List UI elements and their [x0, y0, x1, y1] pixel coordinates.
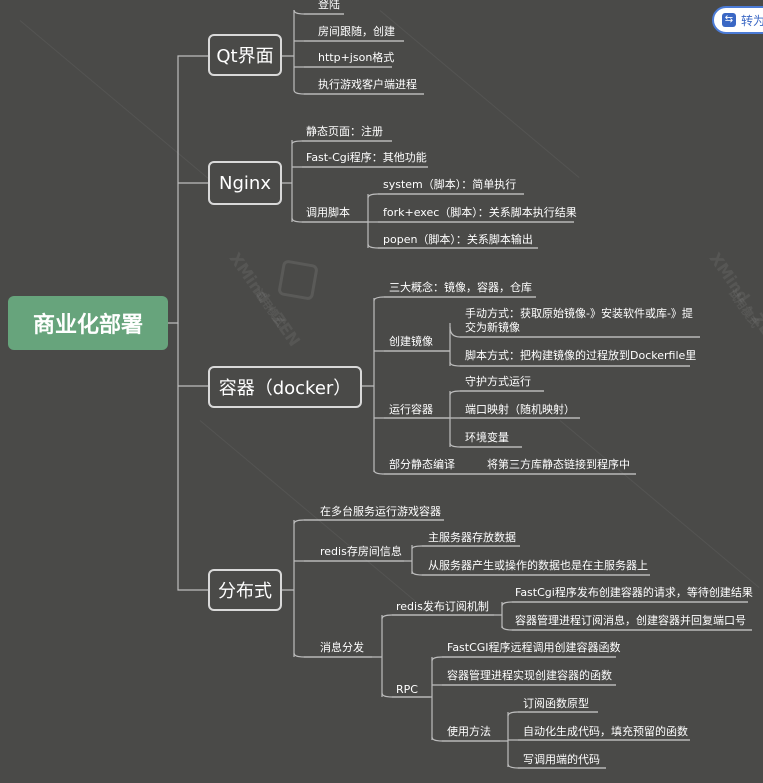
topic-distributed[interactable]: 分布式 [208, 569, 282, 611]
subtopic-script-way[interactable]: 脚本方式：把构建镜像的过程放到Dockerfile里 [465, 349, 696, 363]
subtopic-msg-dispatch[interactable]: 消息分发 [320, 641, 364, 655]
subtopic-multi-server[interactable]: 在多台服务运行游戏容器 [320, 505, 441, 519]
subtopic-exec-client[interactable]: 执行游戏客户端进程 [318, 78, 417, 92]
convert-label: 转为 [741, 13, 763, 28]
subtopic-login[interactable]: 登陆 [318, 0, 340, 12]
subtopic-fastcgi[interactable]: Fast-Cgi程序：其他功能 [306, 151, 427, 165]
root-topic[interactable]: 商业化部署 [8, 296, 168, 350]
subtopic-slave-data[interactable]: 从服务器产生或操作的数据也是在主服务器上 [428, 559, 648, 573]
subtopic-rpc[interactable]: RPC [396, 683, 418, 697]
topic-docker[interactable]: 容器（docker） [208, 366, 362, 408]
subtopic-impl-func[interactable]: 容器管理进程实现创建容器的函数 [447, 669, 612, 683]
watermark-line [19, 20, 220, 189]
topic-qt[interactable]: Qt界面 [208, 34, 282, 76]
subtopic-subscribe-msg[interactable]: 容器管理进程订阅消息，创建容器并回复端口号 [515, 614, 746, 628]
subtopic-static-compile[interactable]: 部分静态编译 [389, 458, 455, 472]
subtopic-call-script[interactable]: 调用脚本 [306, 206, 350, 220]
subtopic-manual-way[interactable]: 手动方式：获取原始镜像-》安装软件或库-》提交为新镜像 [465, 307, 701, 335]
subtopic-redis-room[interactable]: redis存房间信息 [320, 545, 402, 559]
subtopic-autogen-code[interactable]: 自动化生成代码，填充预留的函数 [523, 725, 688, 739]
convert-button[interactable]: ⇆ 转为 [712, 6, 763, 34]
subtopic-static-page[interactable]: 静态页面：注册 [306, 125, 383, 139]
subtopic-daemon[interactable]: 守护方式运行 [465, 375, 531, 389]
subtopic-fork-exec[interactable]: fork+exec（脚本）：关系脚本执行结果 [383, 206, 577, 220]
subtopic-room[interactable]: 房间跟随，创建 [318, 25, 395, 39]
subtopic-func-prototype[interactable]: 订阅函数原型 [523, 697, 589, 711]
subtopic-run-container[interactable]: 运行容器 [389, 403, 433, 417]
subtopic-three-concepts[interactable]: 三大概念：镜像，容器，仓库 [389, 281, 532, 295]
subtopic-caller-code[interactable]: 写调用端的代码 [523, 753, 600, 767]
connector-lines [168, 9, 752, 769]
subtopic-create-image[interactable]: 创建镜像 [389, 335, 433, 349]
subtopic-system[interactable]: system（脚本）：简单执行 [383, 178, 516, 192]
subtopic-publish-request[interactable]: FastCgi程序发布创建容器的请求，等待创建结果 [515, 586, 753, 600]
convert-icon: ⇆ [722, 13, 736, 27]
subtopic-port-map[interactable]: 端口映射（随机映射） [465, 403, 575, 417]
subtopic-static-link[interactable]: 将第三方库静态链接到程序中 [487, 458, 630, 472]
subtopic-redis-pubsub[interactable]: redis发布订阅机制 [396, 600, 489, 614]
xmind-logo [277, 259, 319, 301]
subtopic-master-store[interactable]: 主服务器存放数据 [428, 531, 516, 545]
mindmap-canvas[interactable]: XMind · ZEN 试用模式 XMind · ZEN 试用模式 商业化部署 … [0, 0, 763, 783]
subtopic-popen[interactable]: popen（脚本）：关系脚本输出 [383, 233, 533, 247]
subtopic-env-var[interactable]: 环境变量 [465, 431, 509, 445]
topic-nginx[interactable]: Nginx [208, 161, 282, 205]
subtopic-remote-call[interactable]: FastCGI程序远程调用创建容器函数 [447, 641, 621, 655]
subtopic-http-json[interactable]: http+json格式 [318, 51, 394, 65]
subtopic-usage[interactable]: 使用方法 [447, 725, 491, 739]
